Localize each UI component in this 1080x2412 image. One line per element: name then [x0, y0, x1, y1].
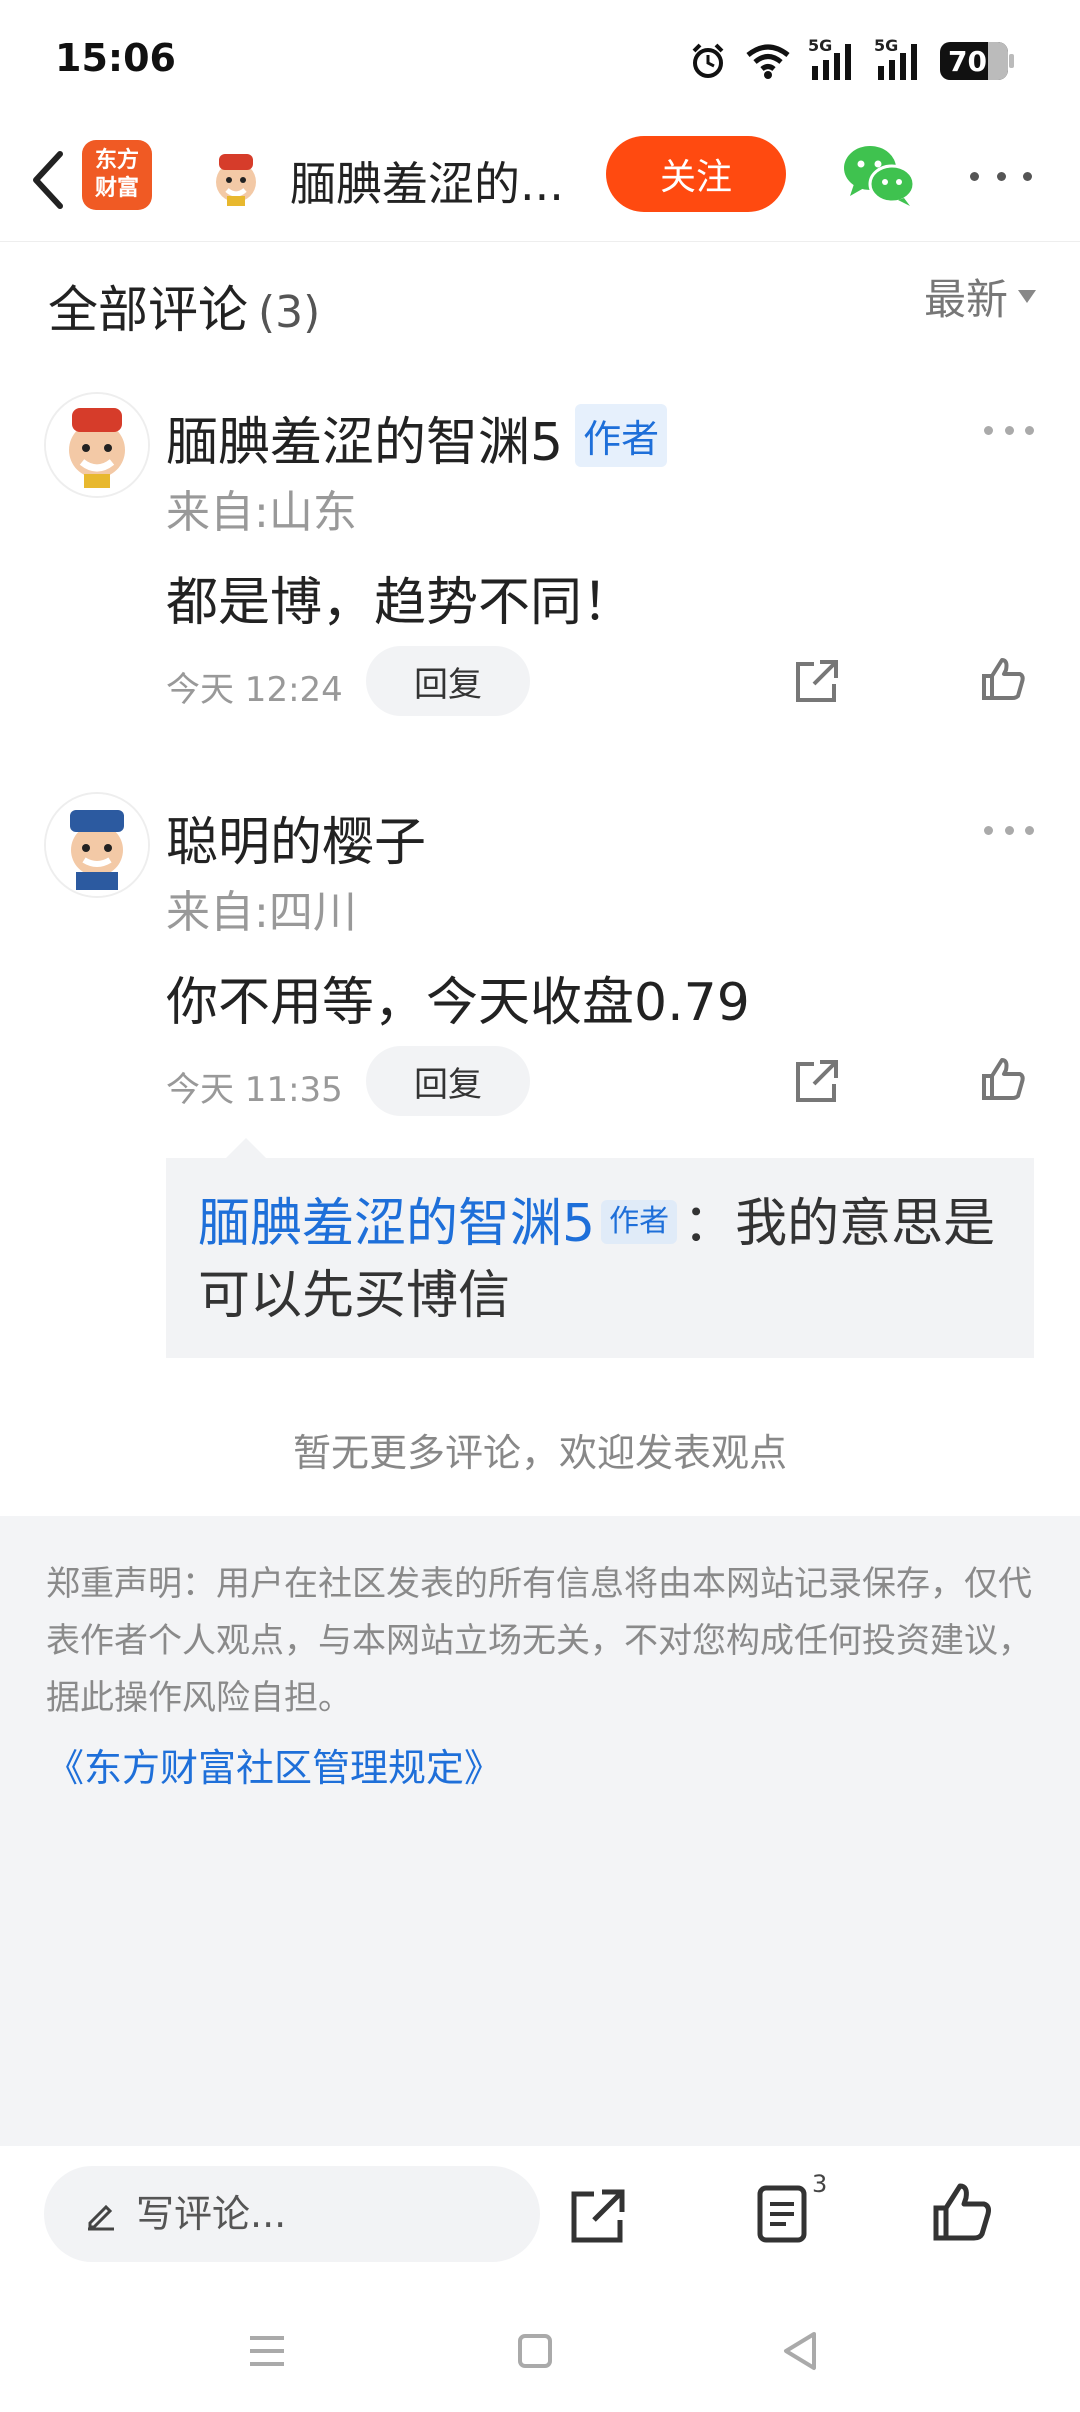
- battery-level: 70: [948, 44, 987, 78]
- home-icon[interactable]: [510, 2326, 560, 2376]
- comment-author-name: 腼腆羞涩的智渊5: [166, 413, 564, 473]
- comment-count-badge: 3: [812, 2170, 828, 2198]
- dropdown-triangle-icon: [1018, 290, 1036, 303]
- pencil-icon: [88, 2204, 114, 2231]
- reply-button[interactable]: 回复: [366, 1046, 530, 1116]
- comment-time: 今天 11:35: [166, 1070, 343, 1110]
- community-rules-link[interactable]: 《东方财富社区管理规定》: [46, 1737, 1034, 1792]
- comment-text: 都是博，趋势不同！: [166, 573, 635, 633]
- comment-input[interactable]: [136, 2192, 496, 2236]
- like-icon[interactable]: [978, 1054, 1028, 1104]
- like-icon[interactable]: [930, 2180, 994, 2244]
- comment-location: 来自:山东: [166, 487, 357, 538]
- more-icon[interactable]: [970, 156, 1032, 196]
- sort-dropdown[interactable]: 最新: [924, 266, 1036, 327]
- comments-heading: 全部评论 (3): [48, 270, 320, 342]
- menu-icon[interactable]: [242, 2326, 292, 2376]
- share-icon[interactable]: [792, 656, 842, 706]
- disclaimer: 郑重声明：用户在社区发表的所有信息将由本网站记录保存，仅代表作者个人观点，与本网…: [0, 1516, 1080, 2146]
- share-icon[interactable]: [566, 2184, 630, 2248]
- avatar[interactable]: [44, 392, 150, 498]
- alarm-icon: [692, 43, 724, 78]
- status-icons: 5G 5G 70: [688, 36, 1014, 86]
- follow-button[interactable]: 关注: [606, 136, 786, 212]
- author-avatar[interactable]: [205, 146, 267, 208]
- header-title: 腼腆羞涩的...: [290, 157, 564, 211]
- bottom-bar: 3: [0, 2146, 1080, 2286]
- no-more-comments: 暂无更多评论，欢迎发表观点: [292, 1431, 787, 1475]
- signal-2-icon: 5G: [874, 36, 924, 82]
- avatar[interactable]: [44, 792, 150, 898]
- share-icon[interactable]: [792, 1056, 842, 1106]
- like-icon[interactable]: [978, 654, 1028, 704]
- comments-title: 全部评论: [48, 281, 248, 339]
- comments-count: (3): [258, 287, 321, 338]
- wifi-icon: [746, 44, 790, 79]
- comment-input-box[interactable]: [44, 2166, 540, 2262]
- app-logo[interactable]: 东方 财富: [82, 140, 152, 210]
- back-button[interactable]: [18, 142, 78, 218]
- comment-more-icon[interactable]: [984, 420, 1034, 440]
- comments-icon[interactable]: [752, 2182, 816, 2246]
- comment-time: 今天 12:24: [166, 670, 343, 710]
- status-bar: 15:06 5G 5G 70: [0, 0, 1080, 118]
- comment-more-icon[interactable]: [984, 820, 1034, 840]
- header: 东方 财富 腼腆羞涩的... 关注: [0, 118, 1080, 242]
- app-logo-line2: 财富: [94, 176, 139, 201]
- status-time: 15:06: [55, 36, 176, 80]
- comment-author[interactable]: 聪明的樱子: [166, 800, 426, 875]
- author-badge: 作者: [575, 404, 668, 467]
- comment-location: 来自:四川: [166, 887, 357, 938]
- wechat-icon[interactable]: [840, 140, 920, 210]
- comment-text: 你不用等，今天收盘0.79: [166, 973, 750, 1033]
- signal-1-icon: 5G: [808, 36, 858, 82]
- sort-label: 最新: [923, 275, 1008, 324]
- author-badge: 作者: [601, 1200, 678, 1244]
- app-logo-line1: 东方: [94, 148, 139, 173]
- battery-indicator: 70: [940, 42, 1014, 80]
- nested-reply[interactable]: 腼腆羞涩的智渊5 作者 ：我的意思是可以先买博信: [166, 1138, 1034, 1358]
- comment-author[interactable]: 腼腆羞涩的智渊5 作者: [166, 400, 668, 475]
- system-nav-bar: [0, 2286, 1080, 2412]
- nested-reply-author[interactable]: 腼腆羞涩的智渊5: [198, 1194, 595, 1254]
- back-triangle-icon[interactable]: [776, 2326, 826, 2376]
- disclaimer-text: 郑重声明：用户在社区发表的所有信息将由本网站记录保存，仅代表作者个人观点，与本网…: [46, 1564, 1032, 1718]
- reply-button[interactable]: 回复: [366, 646, 530, 716]
- back-arrow-icon: [33, 151, 63, 209]
